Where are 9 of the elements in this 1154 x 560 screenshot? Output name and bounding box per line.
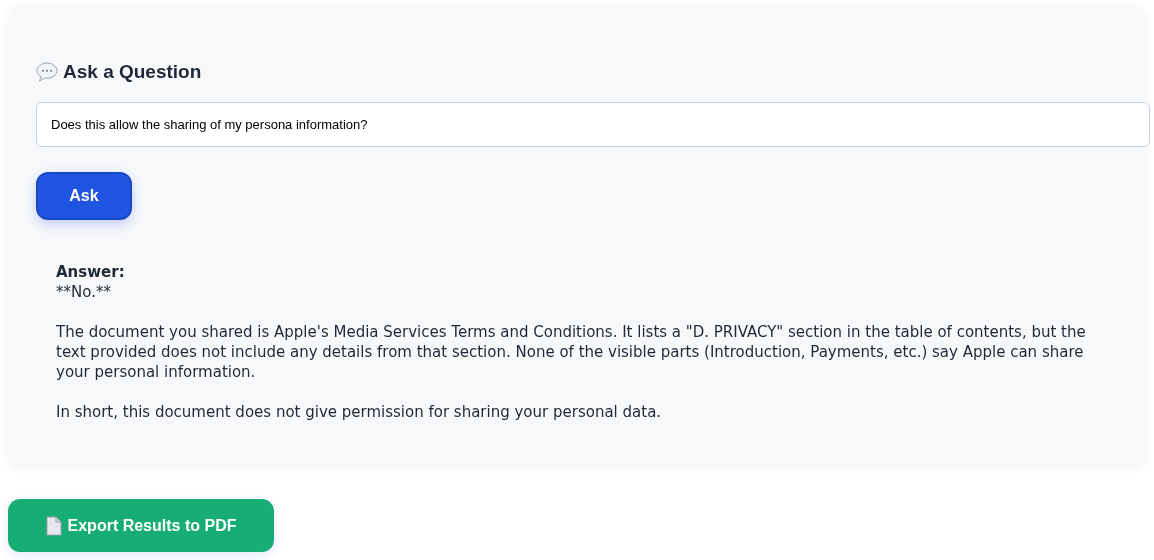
speech-bubble-icon <box>36 62 58 82</box>
question-field[interactable]: Does this allow the sharing of my persona information? <box>36 102 1150 147</box>
answer-label: Answer: <box>56 262 126 282</box>
section-heading: Ask a Question <box>63 59 202 84</box>
answer-paragraph: The document you shared is Apple's Media Services Terms and Conditions. It lists a "D. PRIVACY" section in the table of contents, but the text provided does not include any details from that section. None of the visible parts (Introduction, Payments, etc.) say Apple can share your personal information. <box>56 322 1087 382</box>
answer-paragraph: **No.** <box>56 282 112 302</box>
answer-paragraph: In short, this document does not give permission for sharing your personal data. <box>56 402 663 422</box>
ask-button[interactable]: Ask <box>36 172 132 220</box>
document-icon <box>45 515 62 536</box>
